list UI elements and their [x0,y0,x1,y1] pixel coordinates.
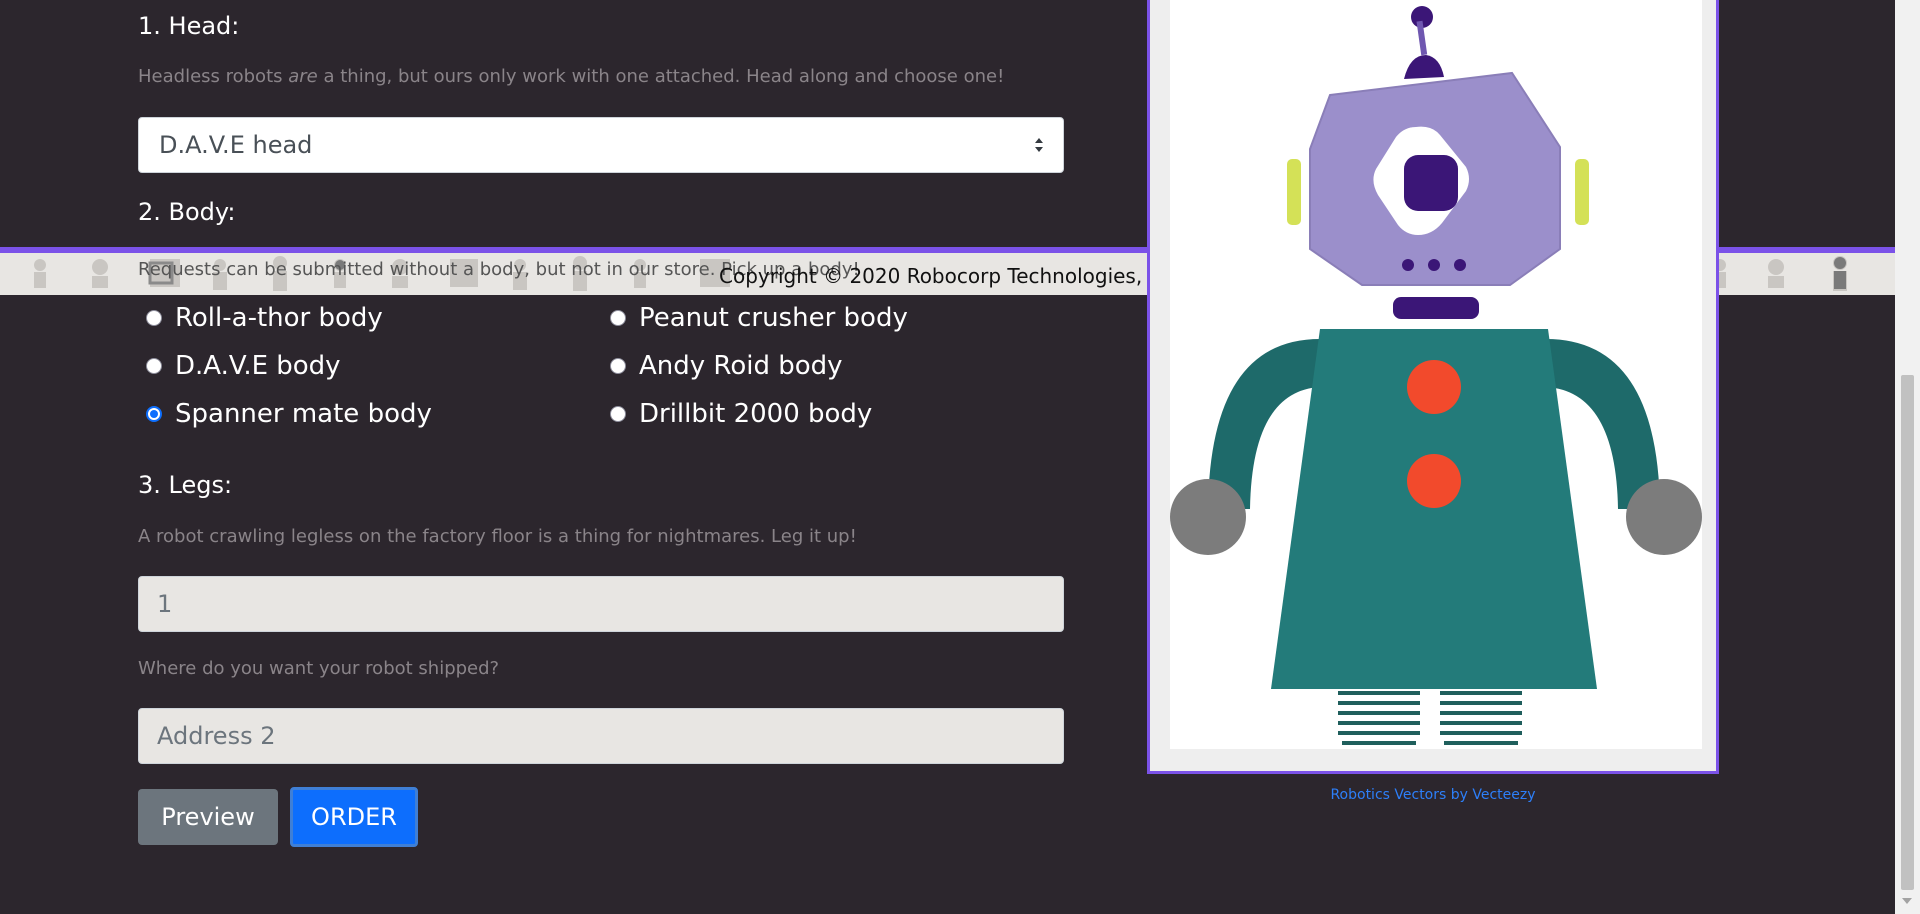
preview-button[interactable]: Preview [138,789,278,845]
scroll-down-arrow-icon[interactable] [1902,898,1912,904]
radio-button-checked[interactable] [146,406,162,422]
legs-help-text: A robot crawling legless on the factory … [138,526,857,547]
legs-input-value: 1 [157,590,173,618]
copyright-text: Copyright © 2020 Robocorp Technologies, … [719,264,1155,288]
radio-label: Roll-a-thor body [175,303,383,333]
head-help-text: Headless robots are a thing, but ours on… [138,66,1005,87]
scrollbar-thumb[interactable] [1901,375,1914,890]
body-option-roll-a-thor[interactable]: Roll-a-thor body [146,303,383,333]
address-input[interactable]: Address 2 [138,708,1064,764]
vecteezy-credit-link[interactable]: Robotics Vectors by Vecteezy [1147,787,1719,803]
body-option-drillbit-2000[interactable]: Drillbit 2000 body [610,399,872,429]
address-input-value: Address 2 [157,722,276,750]
radio-label: D.A.V.E body [175,351,341,381]
robot-illustration [1170,6,1702,749]
radio-label: Peanut crusher body [639,303,908,333]
body-option-spanner-mate[interactable]: Spanner mate body [146,399,432,429]
order-button[interactable]: ORDER [290,787,418,847]
body-option-dave[interactable]: D.A.V.E body [146,351,341,381]
radio-button[interactable] [610,358,626,374]
head-heading: 1. Head: [138,12,240,40]
head-select-value: D.A.V.E head [159,131,313,159]
radio-label: Drillbit 2000 body [639,399,873,429]
radio-label: Andy Roid body [639,351,843,381]
radio-button[interactable] [610,406,626,422]
address-help-text: Where do you want your robot shipped? [138,658,500,679]
head-select[interactable]: D.A.V.E head [138,117,1064,173]
legs-heading: 3. Legs: [138,471,233,499]
legs-input[interactable]: 1 [138,576,1064,632]
radio-button[interactable] [146,358,162,374]
robot-preview-image [1170,0,1702,749]
select-arrows-icon [1035,138,1043,152]
body-option-andy-roid[interactable]: Andy Roid body [610,351,843,381]
radio-label: Spanner mate body [175,399,432,429]
robot-preview-panel [1147,0,1719,774]
radio-button[interactable] [610,310,626,326]
radio-button[interactable] [146,310,162,326]
body-option-peanut-crusher[interactable]: Peanut crusher body [610,303,908,333]
body-heading: 2. Body: [138,198,236,226]
page-scrollbar[interactable] [1895,0,1920,914]
